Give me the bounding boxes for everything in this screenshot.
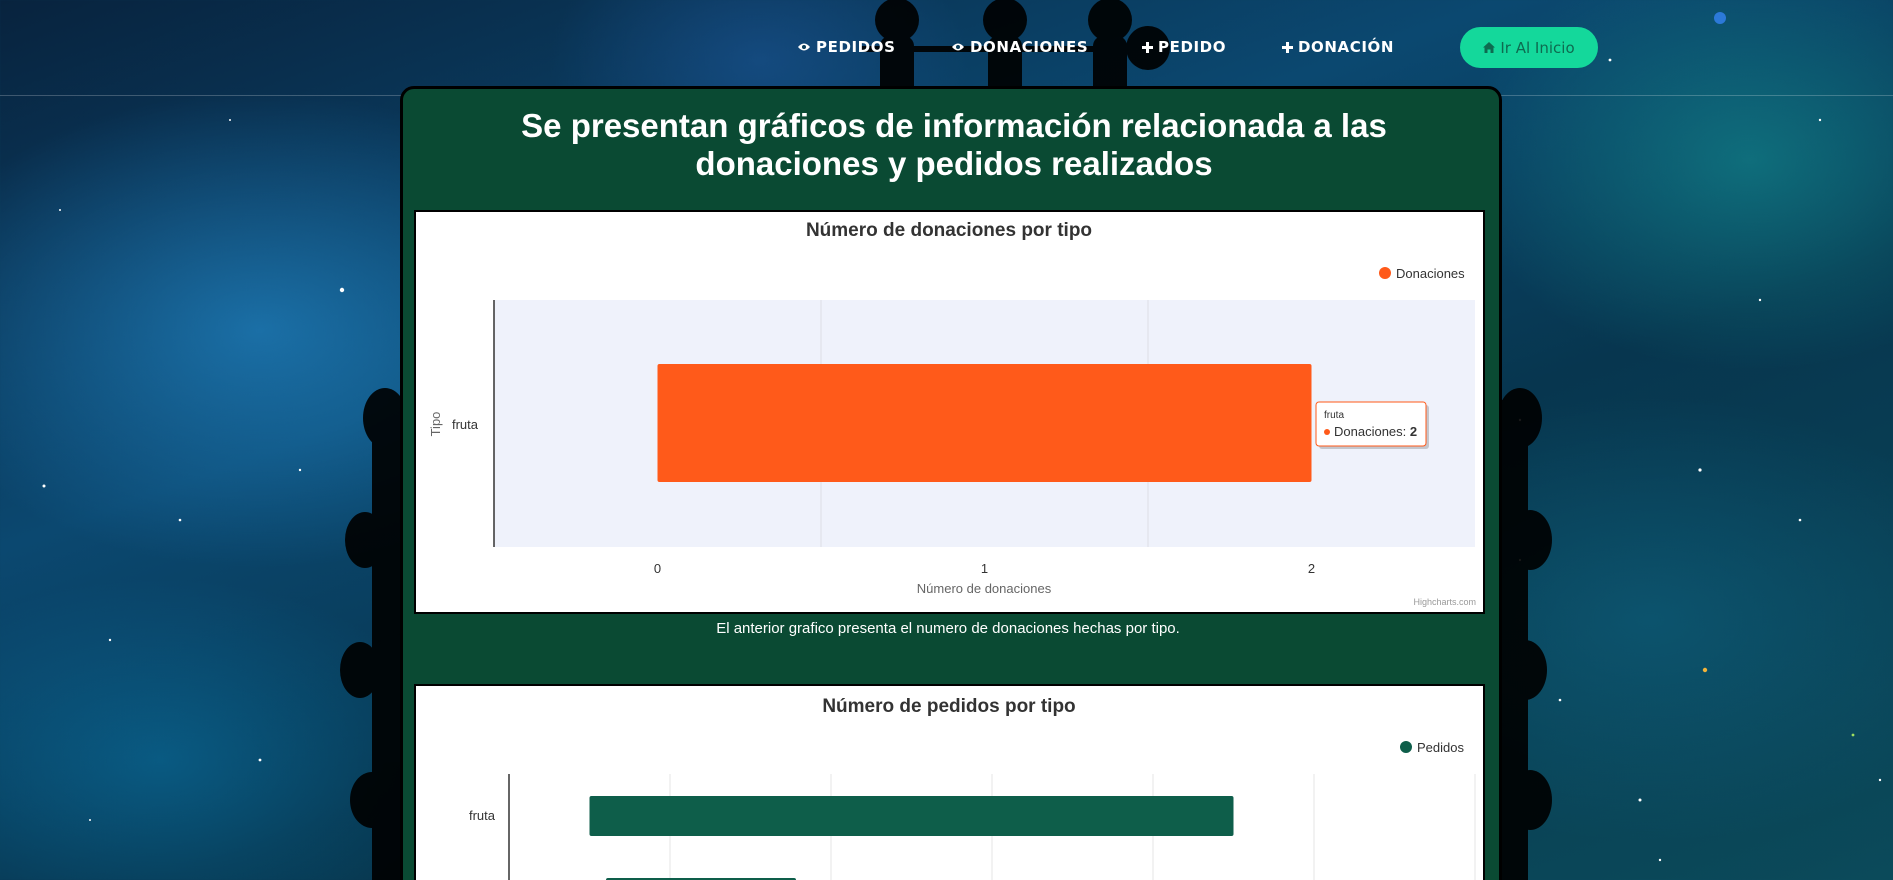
tooltip-separator: :: [1403, 424, 1410, 439]
eye-icon: [952, 43, 964, 51]
nav-label: DONACIONES: [970, 38, 1089, 56]
nav-label: PEDIDO: [1158, 38, 1227, 56]
chart-title: Número de pedidos por tipo: [822, 696, 1075, 717]
chart-legend[interactable]: Pedidos: [1400, 740, 1464, 755]
pedidos-chart: Número de pedidos por tipo Pedidos fruta: [414, 684, 1485, 880]
x-tick-label: 0: [654, 561, 661, 576]
bar-fruta[interactable]: [589, 796, 1234, 836]
home-button[interactable]: Ir Al Inicio: [1460, 27, 1598, 68]
chart-title: Número de donaciones por tipo: [806, 220, 1092, 241]
y-axis-title: Tipo: [428, 412, 443, 437]
top-navbar: PEDIDOS DONACIONES PEDIDO DONACIÓN Ir Al…: [0, 0, 1893, 96]
home-icon: [1483, 42, 1496, 53]
chart-credits[interactable]: Highcharts.com: [1413, 597, 1476, 607]
nav-link-nueva-donacion[interactable]: DONACIÓN: [1282, 38, 1394, 56]
donaciones-chart-svg: Número de donaciones por tipo Donaciones…: [428, 220, 1476, 607]
tooltip-category: fruta: [1324, 410, 1344, 421]
eye-icon: [798, 43, 810, 51]
tooltip-series: Donaciones: 2: [1334, 424, 1417, 439]
chart-caption: El anterior grafico presenta el numero d…: [716, 620, 1180, 637]
legend-label: Donaciones: [1396, 266, 1465, 281]
pedidos-chart-svg: Número de pedidos por tipo Pedidos fruta: [469, 696, 1476, 880]
legend-marker: [1379, 267, 1391, 279]
nav-link-donaciones[interactable]: DONACIONES: [951, 38, 1088, 56]
page-title: Se presentan gráficos de información rel…: [521, 107, 1387, 182]
tooltip-marker: [1324, 429, 1330, 435]
nav-label: PEDIDOS: [816, 38, 896, 56]
legend-marker: [1400, 741, 1412, 753]
donaciones-chart: Número de donaciones por tipo Donaciones…: [414, 210, 1485, 614]
home-button-label: Ir Al Inicio: [1500, 38, 1575, 57]
tooltip-series-name: Donaciones: [1334, 424, 1403, 439]
x-tick-label: 1: [981, 561, 988, 576]
bar-fruta[interactable]: [657, 364, 1312, 482]
chart-tooltip: fruta Donaciones: 2: [1315, 401, 1429, 449]
nav-label: DONACIÓN: [1298, 38, 1395, 56]
category-label: fruta: [452, 417, 479, 432]
nav-link-pedidos[interactable]: PEDIDOS: [797, 38, 895, 56]
nav-link-nuevo-pedido[interactable]: PEDIDO: [1142, 38, 1226, 56]
legend-label: Pedidos: [1417, 740, 1464, 755]
tooltip-value: 2: [1410, 424, 1417, 439]
category-label: fruta: [469, 808, 496, 823]
x-tick-label: 2: [1308, 561, 1315, 576]
plus-icon: [1282, 41, 1293, 53]
chart-legend[interactable]: Donaciones: [1379, 266, 1465, 281]
plus-icon: [1142, 41, 1153, 53]
x-axis-title: Número de donaciones: [917, 581, 1052, 596]
